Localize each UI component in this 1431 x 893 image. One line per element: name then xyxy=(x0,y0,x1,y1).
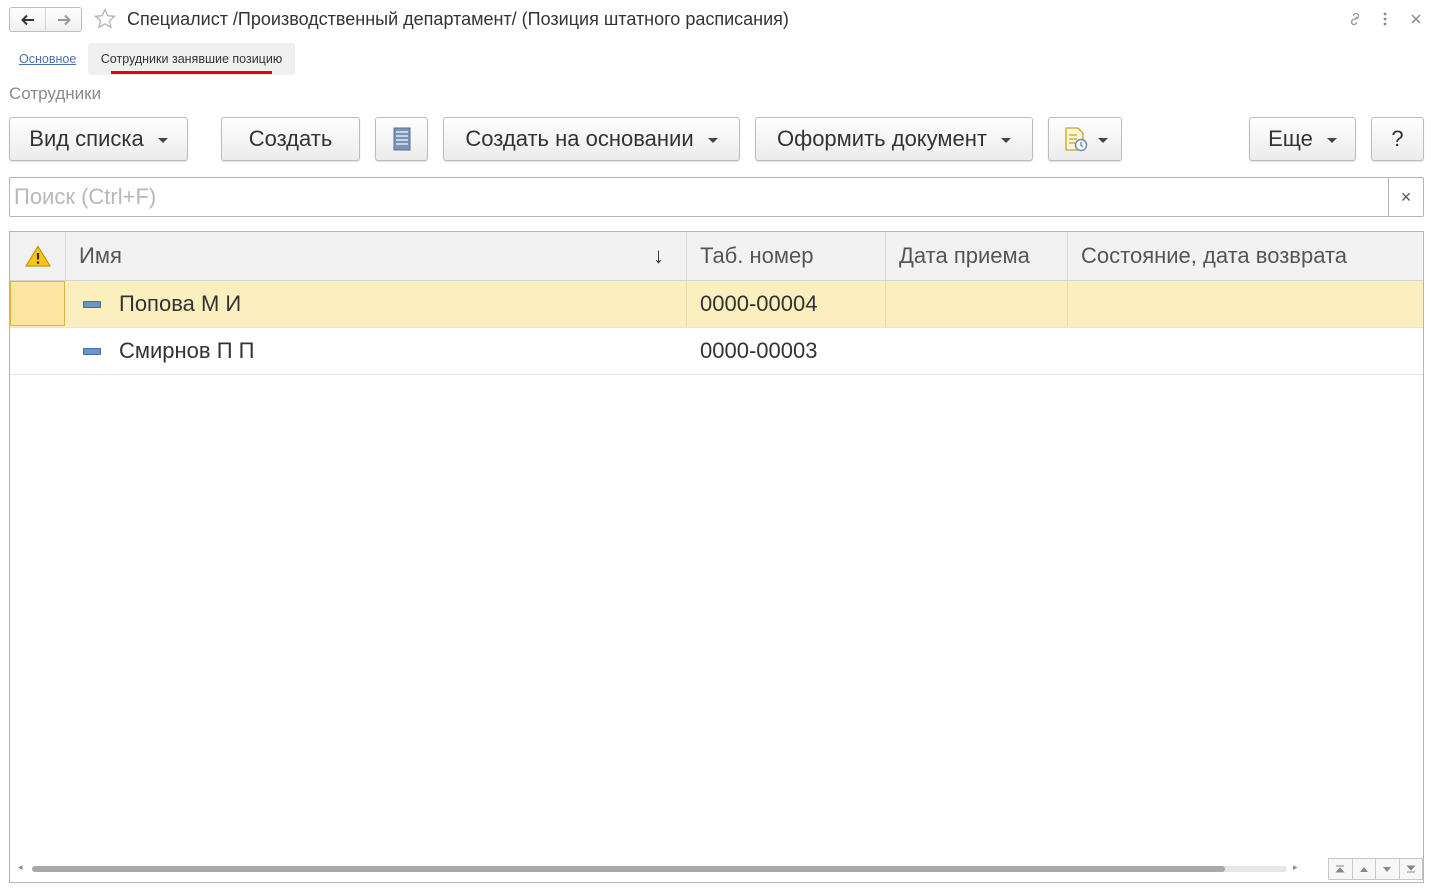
table-header: Имя ↓ Таб. номер Дата приема Состояние, … xyxy=(10,232,1423,281)
scroll-left-icon[interactable]: ◂ xyxy=(18,862,23,873)
tab-main[interactable]: Основное xyxy=(19,52,76,66)
chevron-down-icon xyxy=(1326,138,1337,143)
create-button[interactable]: Создать xyxy=(221,117,360,161)
more-label: Еще xyxy=(1268,126,1313,151)
last-page-icon[interactable] xyxy=(1398,859,1423,879)
scroll-thumb[interactable] xyxy=(32,866,1225,872)
employee-icon xyxy=(83,300,101,308)
report-document-icon xyxy=(1065,127,1088,152)
column-hire-date-label: Дата приема xyxy=(899,243,1030,268)
chevron-down-icon xyxy=(1001,138,1012,143)
column-name-label: Имя xyxy=(79,243,122,268)
window-title: Специалист /Производственный департамент… xyxy=(127,9,789,29)
column-status[interactable]: Состояние, дата возврата xyxy=(1068,232,1423,280)
first-page-icon[interactable] xyxy=(1329,859,1352,879)
page-up-icon[interactable] xyxy=(1351,859,1376,879)
chevron-down-icon xyxy=(707,138,718,143)
row-status-cell xyxy=(1068,281,1423,327)
table-row[interactable]: Смирнов П П 0000-00003 xyxy=(10,328,1423,375)
row-status-cell xyxy=(1068,328,1423,374)
create-based-on-label: Создать на основании xyxy=(465,126,694,151)
employee-name: Попова М И xyxy=(119,291,242,316)
row-tab-number-cell: 0000-00004 xyxy=(687,281,886,327)
back-button[interactable] xyxy=(10,8,45,31)
arrow-left-icon xyxy=(20,14,34,25)
list-settings-button[interactable] xyxy=(375,117,428,161)
row-hire-date-cell xyxy=(886,281,1068,327)
clear-icon: × xyxy=(1400,186,1412,207)
list-navigation-group xyxy=(1328,858,1423,880)
employee-name: Смирнов П П xyxy=(119,338,255,363)
table-row[interactable]: Попова М И 0000-00004 xyxy=(10,281,1423,328)
row-tab-number-cell: 0000-00003 xyxy=(687,328,886,374)
link-icon[interactable] xyxy=(1347,10,1363,28)
scroll-right-icon[interactable]: ▸ xyxy=(1293,862,1298,873)
create-based-on-button[interactable]: Создать на основании xyxy=(443,117,740,161)
column-tab-number-label: Таб. номер xyxy=(700,243,814,268)
clear-search-button[interactable]: × xyxy=(1388,178,1423,216)
chevron-down-icon xyxy=(157,138,168,143)
horizontal-scrollbar[interactable]: ◂ ▸ xyxy=(10,856,1423,882)
make-document-button[interactable]: Оформить документ xyxy=(755,117,1033,161)
list-icon xyxy=(393,127,410,151)
active-tab-underline xyxy=(111,71,272,74)
navigation-buttons xyxy=(9,7,82,32)
reports-button[interactable] xyxy=(1048,117,1122,161)
search-box: × xyxy=(9,177,1424,217)
chevron-down-icon xyxy=(1098,138,1108,143)
forward-button[interactable] xyxy=(45,8,81,31)
employee-icon xyxy=(83,347,101,355)
list-view-button[interactable]: Вид списка xyxy=(9,117,188,161)
row-name-cell: Смирнов П П xyxy=(66,328,687,374)
make-document-label: Оформить документ xyxy=(776,126,988,151)
help-button[interactable]: ? xyxy=(1371,117,1424,161)
more-button[interactable]: Еще xyxy=(1249,117,1356,161)
tab-number: 0000-00004 xyxy=(700,291,818,316)
arrow-right-icon xyxy=(57,14,71,25)
row-hire-date-cell xyxy=(886,328,1068,374)
search-input[interactable] xyxy=(10,178,1398,216)
tab-number: 0000-00003 xyxy=(700,338,818,363)
close-icon[interactable] xyxy=(1408,10,1424,28)
row-focus-cell xyxy=(10,281,65,326)
create-label: Создать xyxy=(248,126,333,151)
column-warning[interactable] xyxy=(10,232,66,280)
column-hire-date[interactable]: Дата приема xyxy=(886,232,1068,280)
help-label: ? xyxy=(1391,126,1404,151)
column-tab-number[interactable]: Таб. номер xyxy=(687,232,886,280)
warning-icon xyxy=(24,245,51,267)
column-name[interactable]: Имя ↓ xyxy=(66,232,687,280)
row-name-cell: Попова М И xyxy=(66,281,687,327)
sort-arrow-icon: ↓ xyxy=(653,243,664,268)
employees-table: Имя ↓ Таб. номер Дата приема Состояние, … xyxy=(9,231,1424,883)
page-down-icon[interactable] xyxy=(1375,859,1399,879)
section-title: Сотрудники xyxy=(9,84,102,103)
more-vertical-icon[interactable] xyxy=(1377,10,1393,28)
favorite-star-icon[interactable] xyxy=(93,7,117,31)
column-status-label: Состояние, дата возврата xyxy=(1081,243,1348,268)
list-view-label: Вид списка xyxy=(29,126,144,151)
